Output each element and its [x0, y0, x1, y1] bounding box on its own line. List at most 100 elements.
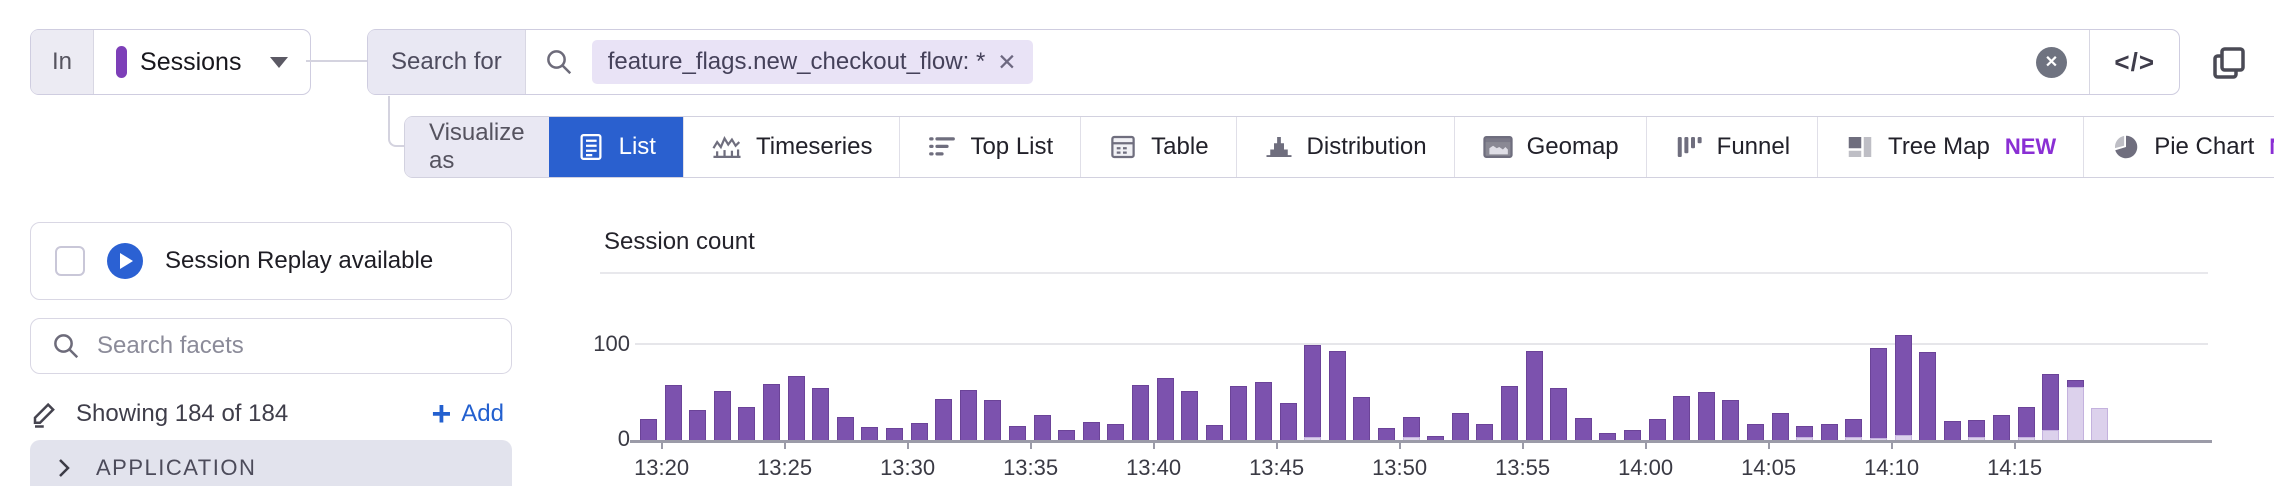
chart-bar[interactable] [1353, 397, 1370, 440]
chart-bar[interactable] [1599, 433, 1616, 440]
chart-bar[interactable] [1009, 426, 1026, 440]
copy-icon[interactable] [2208, 42, 2250, 84]
session-replay-filter[interactable]: Session Replay available [30, 222, 512, 300]
chart-bar[interactable] [1476, 424, 1493, 440]
session-replay-label: Session Replay available [165, 247, 433, 275]
chart-bar[interactable] [1796, 426, 1813, 440]
chart-bar[interactable] [837, 417, 854, 440]
chart-bar[interactable] [1845, 419, 1862, 440]
chart-bar[interactable] [911, 423, 928, 440]
chart-bar[interactable] [1230, 386, 1247, 440]
chart-bar[interactable] [1132, 385, 1149, 440]
x-axis-tick-label: 13:30 [863, 455, 953, 481]
chart-bar[interactable] [1206, 425, 1223, 440]
chart-divider [600, 272, 2208, 274]
chart-bar[interactable] [1968, 420, 1985, 440]
clear-search-button[interactable]: ✕ [2036, 47, 2067, 78]
chart-bar[interactable] [1649, 419, 1666, 440]
viz-tab-geomap[interactable]: Geomap [1454, 117, 1646, 177]
entity-dropdown[interactable]: Sessions [94, 30, 310, 94]
viz-tab-table[interactable]: Table [1080, 117, 1235, 177]
viz-tab-funnel[interactable]: Funnel [1646, 117, 1817, 177]
chart-bar[interactable] [1083, 422, 1100, 440]
chart-bar[interactable] [1304, 345, 1321, 440]
chart-bar[interactable] [1452, 413, 1469, 440]
chart-bar[interactable] [1157, 378, 1174, 440]
add-facet-button[interactable]: + Add [431, 399, 512, 429]
chart-bar[interactable] [1821, 424, 1838, 440]
viz-tab-timeseries[interactable]: Timeseries [683, 117, 899, 177]
chart-bar[interactable] [1870, 348, 1887, 440]
chart-bar[interactable] [812, 388, 829, 440]
viz-tab-label: Distribution [1307, 133, 1427, 161]
session-replay-checkbox[interactable] [55, 246, 85, 276]
chart-bar[interactable] [1329, 351, 1346, 440]
chart-bar[interactable] [1058, 430, 1075, 440]
chart-bar[interactable] [960, 390, 977, 440]
chart-bar[interactable] [1378, 428, 1395, 440]
chart-bar[interactable] [1575, 418, 1592, 440]
chart-bar[interactable] [1772, 413, 1789, 440]
viz-tab-distribution[interactable]: Distribution [1236, 117, 1454, 177]
chart-bar[interactable] [1107, 424, 1124, 440]
x-axis-tick-label: 14:15 [1970, 455, 2060, 481]
treemap-icon [1845, 132, 1875, 162]
chart-bar[interactable] [1624, 430, 1641, 440]
chart-bar[interactable] [1280, 403, 1297, 440]
x-axis-tick [784, 440, 786, 449]
chart-bar[interactable] [640, 419, 657, 440]
search-icon [544, 47, 574, 77]
viz-tab-list[interactable]: List [549, 117, 683, 177]
query-chip[interactable]: feature_flags.new_checkout_flow: * ✕ [592, 40, 1033, 84]
facet-search-input[interactable]: Search facets [30, 318, 512, 374]
piechart-icon [2111, 132, 2141, 162]
facet-group-application[interactable]: APPLICATION [30, 440, 512, 486]
chart-bar[interactable] [1403, 417, 1420, 440]
funnel-icon [1674, 132, 1704, 162]
chart-bar[interactable] [714, 391, 731, 440]
code-view-button[interactable]: </> [2090, 47, 2179, 78]
chart-bar[interactable] [738, 407, 755, 440]
chart-bar[interactable] [1550, 388, 1567, 440]
chart-bar[interactable] [2018, 407, 2035, 440]
viz-tab-tree-map[interactable]: Tree MapNEW [1817, 117, 2083, 177]
viz-tab-label: Table [1151, 133, 1208, 161]
x-axis-tick-label: 13:20 [617, 455, 707, 481]
viz-tab-top-list[interactable]: Top List [899, 117, 1080, 177]
chart-bar[interactable] [689, 410, 706, 440]
chart-bar[interactable] [935, 399, 952, 440]
chart-bar[interactable] [2042, 374, 2059, 440]
chart-bar[interactable] [1673, 396, 1690, 440]
chart-bar[interactable] [861, 427, 878, 440]
chart-bar[interactable] [1993, 415, 2010, 440]
chart-bar[interactable] [886, 428, 903, 440]
chart-bar[interactable] [1919, 352, 1936, 440]
chart-bar[interactable] [1034, 415, 1051, 440]
chart-bar[interactable] [763, 384, 780, 440]
chart-bar[interactable] [984, 400, 1001, 440]
chart-bar[interactable] [1526, 351, 1543, 440]
chart-bar[interactable] [1722, 400, 1739, 440]
chart-bar[interactable] [1895, 335, 1912, 440]
chart-bar[interactable] [1255, 382, 1272, 440]
chart-bar[interactable] [2091, 408, 2108, 440]
chart-plot-area[interactable]: 100 0 13:2013:2513:3013:3513:4013:4513:5… [600, 286, 2212, 486]
chart-bar[interactable] [1747, 424, 1764, 440]
chart-bar[interactable] [665, 385, 682, 440]
chart-bar[interactable] [2067, 380, 2084, 440]
viz-tab-pie-chart[interactable]: Pie ChartNEW [2083, 117, 2274, 177]
chart-bar[interactable] [1501, 386, 1518, 440]
search-bar[interactable]: Search for feature_flags.new_checkout_fl… [367, 29, 2180, 95]
y-axis-tick-100: 100 [572, 331, 630, 357]
geomap-icon [1482, 132, 1514, 162]
edit-pencil-icon[interactable] [30, 399, 60, 429]
chart-bar[interactable] [788, 376, 805, 440]
visualize-as-tabbar: Visualize as ListTimeseriesTop ListTable… [404, 116, 2274, 178]
chart-bar[interactable] [1944, 421, 1961, 440]
chart-bar[interactable] [1181, 391, 1198, 440]
chart-bar[interactable] [1698, 392, 1715, 440]
viz-tab-label: Tree Map [1888, 133, 1990, 161]
viz-tab-label: Pie Chart [2154, 133, 2254, 161]
query-chip-remove-icon[interactable]: ✕ [997, 49, 1016, 76]
scope-selector[interactable]: In Sessions [30, 29, 311, 95]
